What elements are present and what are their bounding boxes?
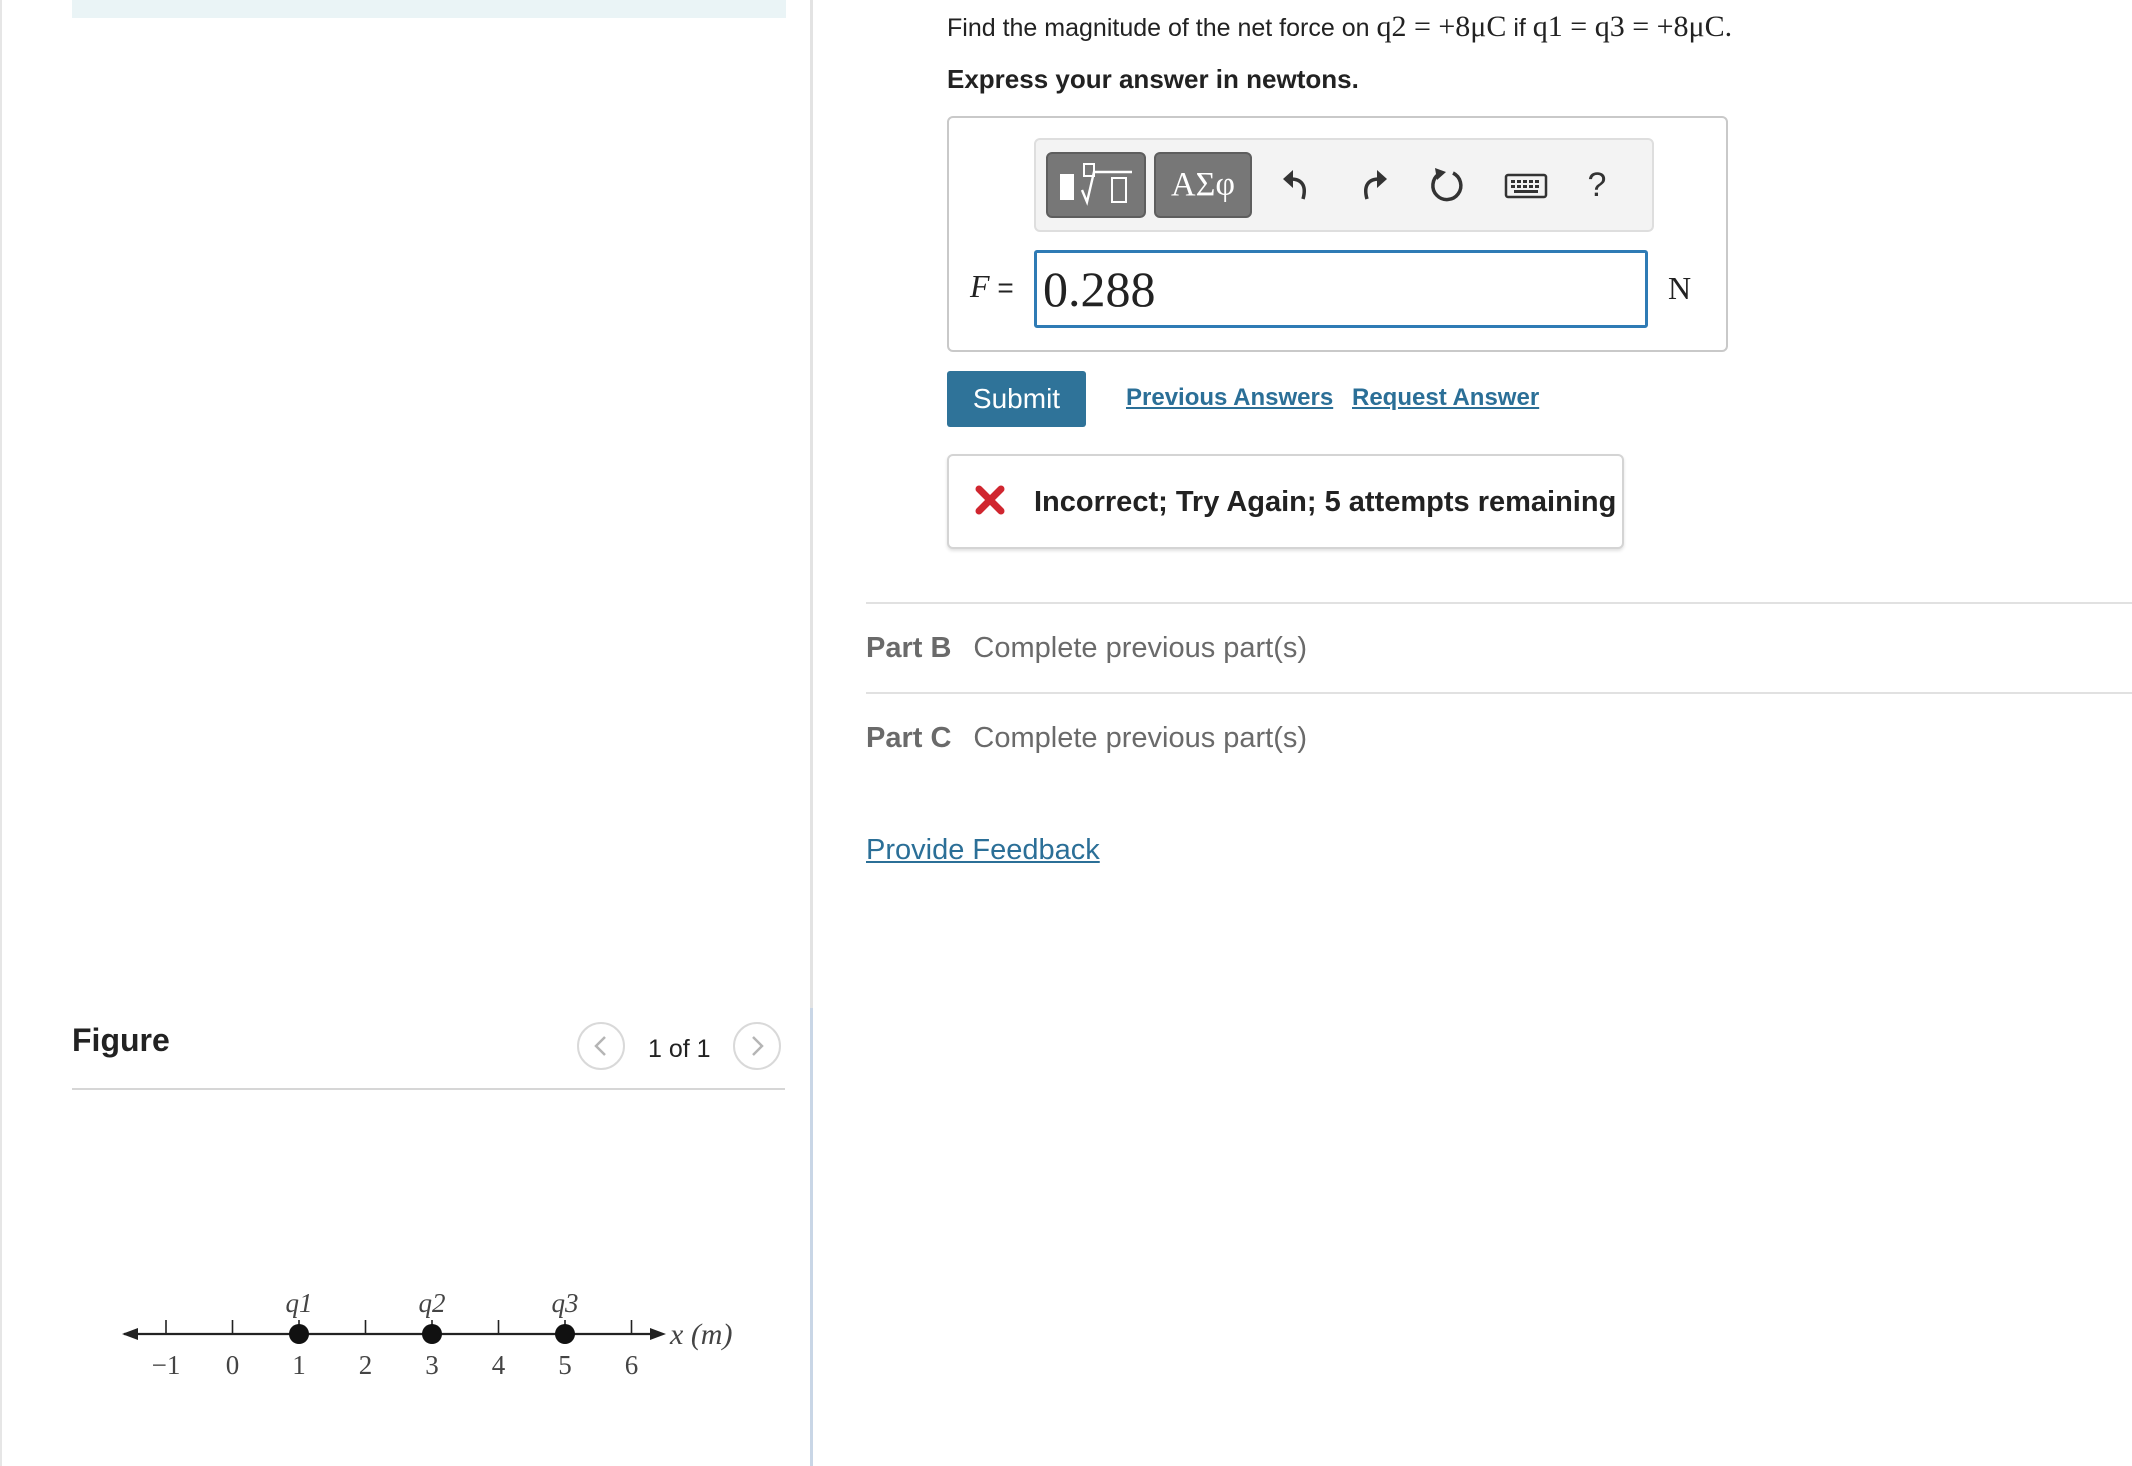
- part-divider: [866, 602, 2132, 604]
- axis-label: x (m): [669, 1318, 732, 1351]
- question-text: Find the magnitude of the net force on q…: [947, 10, 1732, 44]
- help-button[interactable]: ?: [1572, 160, 1622, 210]
- answer-unit: N: [1668, 270, 1692, 306]
- part-c-row: Part C Complete previous part(s): [866, 722, 1307, 755]
- panel-divider-accent: [810, 1008, 813, 1466]
- given-charges: q1 = q3 = +8μC.: [1532, 10, 1733, 43]
- axis-tick-label: 1: [292, 1350, 306, 1380]
- figure-pager: 1 of 1: [648, 1035, 711, 1063]
- keyboard-icon: [1504, 173, 1548, 199]
- left-panel-edge: [0, 0, 2, 1466]
- submit-button[interactable]: Submit: [947, 371, 1086, 427]
- axis-tick-label: 0: [226, 1350, 240, 1380]
- charge-label: q1: [286, 1288, 313, 1318]
- charge-dot: [289, 1324, 309, 1344]
- part-c-status: Complete previous part(s): [973, 722, 1308, 754]
- answer-instruction: Express your answer in newtons.: [947, 64, 1359, 94]
- redo-icon: [1364, 170, 1387, 200]
- equals-sign: =: [997, 272, 1014, 303]
- previous-figure-button[interactable]: [577, 1022, 625, 1070]
- top-strip: [72, 0, 786, 18]
- axis-tick-label: 5: [558, 1350, 572, 1380]
- answer-variable: F: [970, 268, 990, 304]
- redo-button[interactable]: [1348, 160, 1398, 210]
- part-b-row: Part B Complete previous part(s): [866, 632, 1307, 665]
- axis-left-arrow: [122, 1328, 138, 1340]
- charge-label: q2: [419, 1288, 446, 1318]
- axis-tick-label: 2: [359, 1350, 373, 1380]
- answer-input[interactable]: [1034, 250, 1648, 328]
- feedback-message: Incorrect; Try Again; 5 attempts remaini…: [1034, 486, 1617, 518]
- symbols-button[interactable]: ΑΣφ: [1154, 152, 1252, 218]
- axis-tick-label: 4: [492, 1350, 506, 1380]
- previous-answers-link[interactable]: Previous Answers: [1126, 384, 1333, 412]
- figure-title: Figure: [72, 1022, 170, 1058]
- answer-variable-label: F =: [970, 268, 1014, 305]
- part-b-label: Part B: [866, 632, 952, 664]
- part-b-status: Complete previous part(s): [973, 632, 1308, 664]
- part-c-label: Part C: [866, 722, 952, 754]
- axis-right-arrow: [650, 1328, 666, 1340]
- undo-button[interactable]: [1272, 160, 1322, 210]
- question-connector: if: [1506, 14, 1533, 42]
- request-answer-link[interactable]: Request Answer: [1352, 384, 1539, 412]
- question-prefix: Find the magnitude of the net force on: [947, 14, 1377, 42]
- charge-dot: [422, 1324, 442, 1344]
- charge-dot: [555, 1324, 575, 1344]
- figure-rule: [72, 1088, 785, 1090]
- charge-number-line-figure: −1 0 1 2 3 4 5 6 q1 q2 q3 x (m): [122, 1288, 732, 1380]
- reset-icon: [1431, 168, 1463, 202]
- chevron-left-icon: [594, 1036, 606, 1056]
- undo-icon: [1283, 170, 1306, 200]
- charge-label: q3: [552, 1288, 579, 1318]
- provide-feedback-link[interactable]: Provide Feedback: [866, 834, 1100, 867]
- part-divider: [866, 692, 2132, 694]
- templates-sqrt-icon: [1060, 163, 1132, 206]
- axis-tick-label: 3: [425, 1350, 439, 1380]
- axis-tick-label: −1: [152, 1350, 181, 1380]
- templates-button[interactable]: [1046, 152, 1146, 218]
- target-charge: q2 = +8μC: [1376, 10, 1507, 43]
- chevron-right-icon: [752, 1036, 764, 1056]
- reset-button[interactable]: [1422, 160, 1472, 210]
- next-figure-button[interactable]: [733, 1022, 781, 1070]
- math-toolbar: ΑΣφ ?: [1034, 138, 1654, 232]
- keyboard-button[interactable]: [1496, 160, 1556, 210]
- axis-tick-label: 6: [625, 1350, 639, 1380]
- incorrect-x-icon: [975, 485, 1005, 515]
